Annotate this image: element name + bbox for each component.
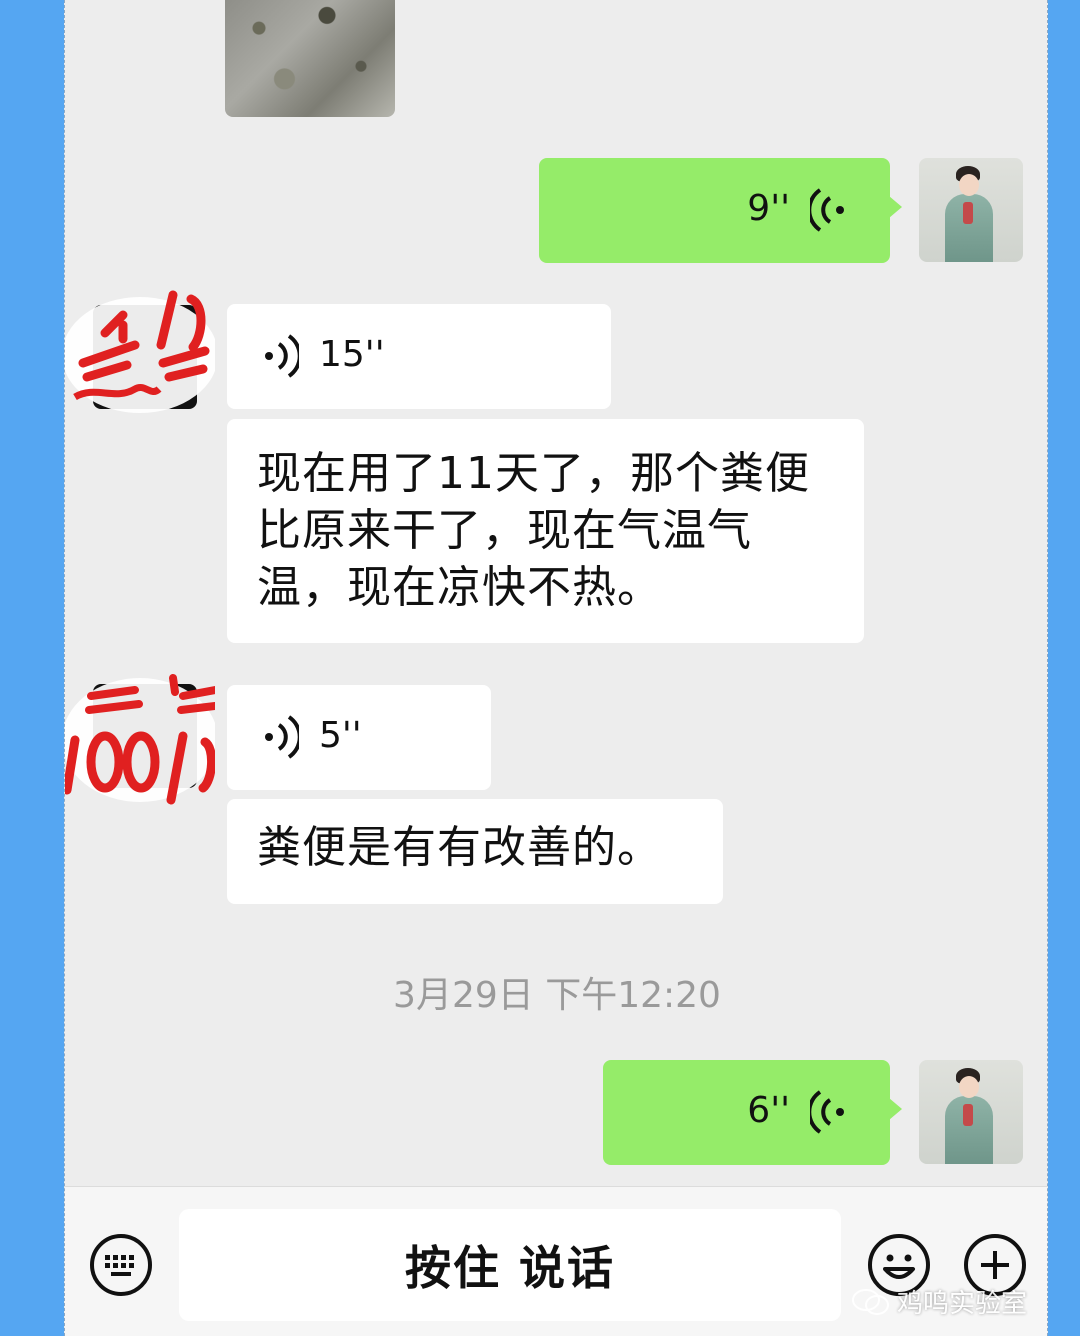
message-line: 现在用了11天了，那个粪便 [257, 448, 810, 499]
voice-wave-icon [265, 715, 299, 759]
watermark: 鸡鸣实验室 [851, 1283, 1027, 1320]
text-message-received[interactable]: 粪便是有有改善的。 [227, 799, 723, 904]
voice-wave-icon [810, 188, 844, 232]
wechat-icon [852, 1288, 889, 1315]
voice-message-received[interactable]: 5'' [227, 685, 491, 790]
message-line: 粪便是有有改善的。 [257, 822, 662, 873]
voice-duration: 6'' [747, 1090, 790, 1131]
chat-timestamp: 3月29日 下午12:20 [393, 975, 721, 1016]
voice-duration: 9'' [747, 188, 790, 229]
voice-message-received[interactable]: 15'' [227, 304, 611, 409]
avatar-me[interactable] [919, 1060, 1023, 1164]
avatar-me[interactable] [919, 158, 1023, 262]
avatar-other[interactable] [65, 670, 215, 810]
input-bar: 按住 说话 鸡鸣实验室 [65, 1186, 1047, 1336]
voice-duration: 15'' [319, 334, 385, 375]
text-message-received[interactable]: 现在用了11天了，那个粪便 比原来干了，现在气温气 温，现在凉快不热。 [227, 419, 864, 643]
voice-message-sent[interactable]: 9'' [539, 158, 902, 263]
keyboard-icon[interactable] [89, 1233, 153, 1297]
image-message[interactable] [225, 0, 395, 117]
voice-message-sent[interactable]: 6'' [603, 1060, 902, 1165]
avatar-other[interactable] [65, 285, 215, 425]
message-line: 比原来干了，现在气温气 [257, 505, 752, 556]
watermark-text: 鸡鸣实验室 [897, 1289, 1028, 1319]
voice-wave-icon [265, 334, 299, 378]
voice-wave-icon [810, 1090, 844, 1134]
chat-window: 9'' 15'' 现在用了11天了，那个粪便 比原来干了，现在气温气 温，现在凉 [64, 0, 1048, 1336]
hold-to-talk-button[interactable]: 按住 说话 [179, 1209, 841, 1321]
voice-duration: 5'' [319, 715, 362, 756]
message-line: 温，现在凉快不热。 [257, 562, 662, 613]
